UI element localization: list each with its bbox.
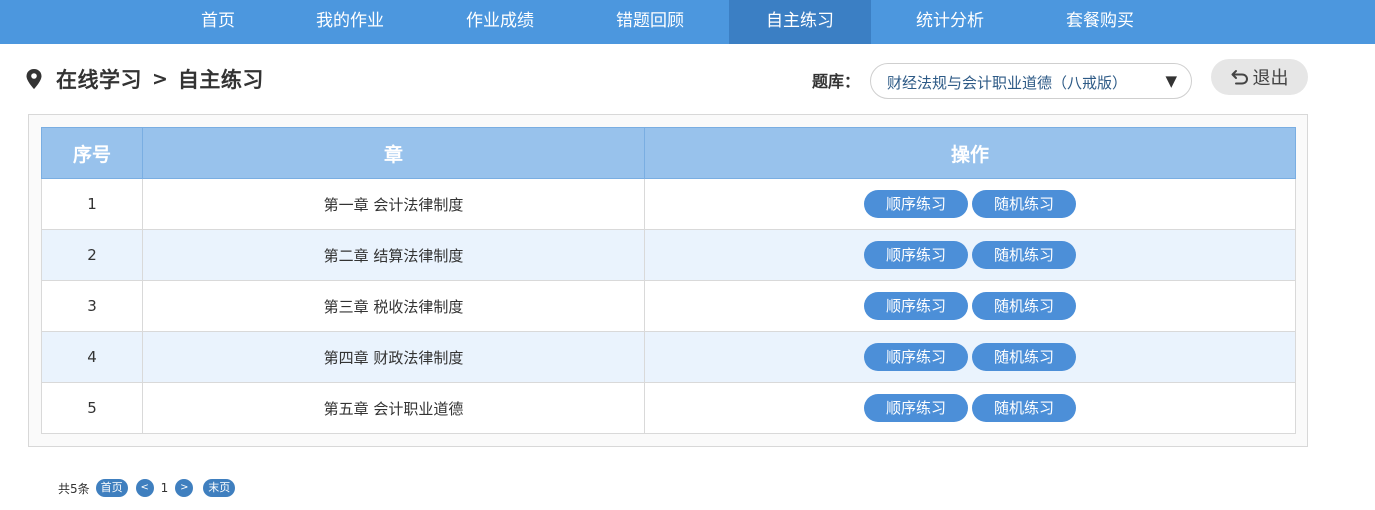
nav-item-home[interactable]: 首页 [180,0,256,44]
nav-item-statistics[interactable]: 统计分析 [900,0,1000,44]
row-chapter: 第二章 结算法律制度 [142,229,645,281]
row-actions: 顺序练习 随机练习 [644,280,1296,332]
row-number: 5 [41,382,143,434]
random-practice-button[interactable]: 随机练习 [972,343,1076,371]
table-row: 4 第四章 财政法律制度 顺序练习 随机练习 [41,331,1296,383]
row-chapter: 第五章 会计职业道德 [142,382,645,434]
header-actions: 操作 [644,127,1296,179]
row-chapter: 第三章 税收法律制度 [142,280,645,332]
sequential-practice-button[interactable]: 顺序练习 [864,292,968,320]
pagination-next-button[interactable]: > [175,479,194,497]
nav-item-self-practice[interactable]: 自主练习 [729,0,871,44]
breadcrumb: 在线学习 > 自主练习 [26,62,264,96]
nav-item-my-homework[interactable]: 我的作业 [300,0,400,44]
pagination: 共5条 首页 < 1 > 末页 [58,478,236,498]
pagination-prev-button[interactable]: < [135,479,154,497]
sequential-practice-button[interactable]: 顺序练习 [864,241,968,269]
random-practice-button[interactable]: 随机练习 [972,190,1076,218]
breadcrumb-separator: > [152,68,168,90]
pagination-first-button[interactable]: 首页 [95,479,128,497]
table-row: 3 第三章 税收法律制度 顺序练习 随机练习 [41,280,1296,332]
question-bank-label: 题库： [812,72,861,91]
row-actions: 顺序练习 随机练习 [644,178,1296,230]
dropdown-arrow-icon: ▼ [1165,72,1177,90]
header-number: 序号 [41,127,143,179]
row-chapter: 第四章 财政法律制度 [142,331,645,383]
random-practice-button[interactable]: 随机练习 [972,394,1076,422]
breadcrumb-parent[interactable]: 在线学习 [56,64,142,94]
pagination-last-button[interactable]: 末页 [203,479,236,497]
row-chapter: 第一章 会计法律制度 [142,178,645,230]
nav-item-homework-scores[interactable]: 作业成绩 [450,0,550,44]
table-row: 5 第五章 会计职业道德 顺序练习 随机练习 [41,382,1296,434]
row-number: 2 [41,229,143,281]
nav-item-mistake-review[interactable]: 错题回顾 [600,0,700,44]
sequential-practice-button[interactable]: 顺序练习 [864,394,968,422]
question-bank-selected-value: 财经法规与会计职业道德（八戒版） [887,74,1128,92]
chapter-table-panel: 序号 章 操作 1 第一章 会计法律制度 顺序练习 随机练习 2 第二章 结算法律… [28,114,1308,447]
row-number: 3 [41,280,143,332]
random-practice-button[interactable]: 随机练习 [972,292,1076,320]
question-bank-select[interactable]: 财经法规与会计职业道德（八戒版） ▼ [870,63,1192,99]
row-number: 1 [41,178,143,230]
exit-button-label: 退出 [1252,68,1289,89]
location-pin-icon [26,69,42,89]
sequential-practice-button[interactable]: 顺序练习 [864,190,968,218]
table-header-row: 序号 章 操作 [41,127,1296,179]
table-row: 1 第一章 会计法律制度 顺序练习 随机练习 [41,178,1296,230]
exit-button[interactable]: 退出 [1211,59,1308,95]
pagination-current-page[interactable]: 1 [161,481,169,495]
undo-arrow-icon [1231,70,1248,85]
row-actions: 顺序练习 随机练习 [644,382,1296,434]
header-chapter: 章 [142,127,645,179]
nav-item-package-purchase[interactable]: 套餐购买 [1050,0,1150,44]
table-row: 2 第二章 结算法律制度 顺序练习 随机练习 [41,229,1296,281]
breadcrumb-current: 自主练习 [177,68,264,92]
top-nav: 首页 我的作业 作业成绩 错题回顾 自主练习 统计分析 套餐购买 [0,0,1375,44]
pagination-total: 共5条 [58,481,90,496]
chapter-table: 序号 章 操作 1 第一章 会计法律制度 顺序练习 随机练习 2 第二章 结算法律… [41,127,1296,434]
row-number: 4 [41,331,143,383]
row-actions: 顺序练习 随机练习 [644,229,1296,281]
random-practice-button[interactable]: 随机练习 [972,241,1076,269]
sequential-practice-button[interactable]: 顺序练习 [864,343,968,371]
row-actions: 顺序练习 随机练习 [644,331,1296,383]
